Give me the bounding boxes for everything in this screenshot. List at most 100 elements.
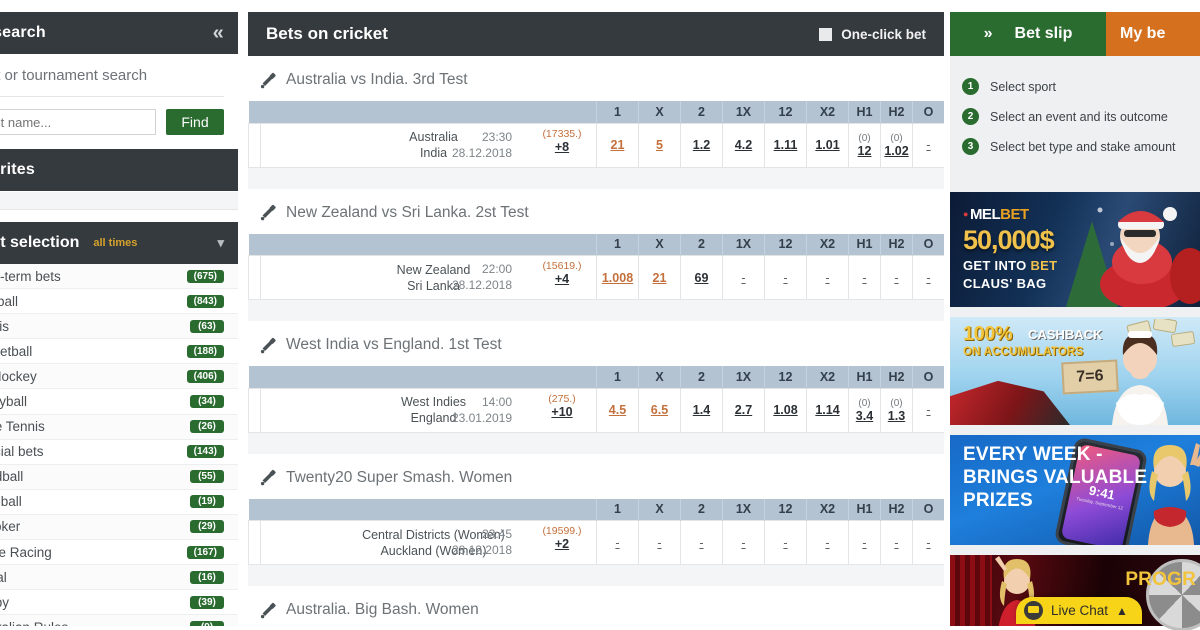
sidebar-item-sport[interactable]: Football (843) [0,289,238,315]
odds-value[interactable]: - [862,536,866,550]
chevron-down-icon[interactable]: ▾ [217,235,224,251]
odds-cell[interactable]: 21 [638,255,681,300]
odds-value[interactable]: - [825,271,829,285]
league-header[interactable]: Twenty20 Super Smash. Women [248,453,944,499]
odds-value[interactable]: - [741,271,745,285]
match-info-cell[interactable]: Central Districts (Women) Auckland (Women… [260,520,597,565]
odds-cell[interactable]: 69 [680,255,723,300]
search-input[interactable] [0,109,156,135]
sidebar-item-sport[interactable]: Basketball (188) [0,339,238,365]
league-header[interactable]: Australia vs India. 3rd Test [248,56,944,101]
odds-value[interactable]: 1.3 [881,409,912,423]
odds-value[interactable]: 21 [653,271,667,285]
table-row[interactable]: › New Zealand Sri Lanka 22:00 28.12.2018 (156… [248,255,944,300]
event-selection-header[interactable]: Event selection all times ▾ [0,222,238,264]
odds-value[interactable]: - [783,271,787,285]
odds-cell[interactable]: 1.08 [764,387,807,433]
sidebar-item-sport[interactable]: Table Tennis (26) [0,414,238,440]
odds-value[interactable]: 1.4 [693,403,710,417]
odds-cell[interactable]: - [680,520,723,565]
market-more-link[interactable]: +10 [534,405,590,419]
sidebar-item-sport[interactable]: Handball (55) [0,464,238,490]
odds-value[interactable]: 69 [695,271,709,285]
odds-value[interactable]: - [783,536,787,550]
odds-cell[interactable]: - [806,520,849,565]
live-chat-button[interactable]: Live Chat ▲ [1016,597,1142,624]
sidebar-item-sport[interactable]: Ice Hockey (406) [0,364,238,390]
odds-value[interactable]: - [699,536,703,550]
odds-value[interactable]: - [825,536,829,550]
odds-cell[interactable]: 1.14 [806,387,849,433]
market-count-block[interactable]: (17335.) +8 [534,128,590,154]
odds-value[interactable]: 1.02 [881,144,912,158]
odds-cell[interactable]: 1.01 [806,122,849,168]
match-info-cell[interactable]: Australia India 23:30 28.12.2018 (17335.) +8 [260,122,597,168]
find-button[interactable]: Find [166,109,224,135]
odds-value[interactable]: 6.5 [651,403,668,417]
odds-cell[interactable]: - [638,520,681,565]
odds-cell[interactable]: (0) 1.3 [880,387,913,433]
odds-cell[interactable]: 4.2 [722,122,765,168]
odds-cell[interactable]: - [722,255,765,300]
odds-cell[interactable]: (0) 12 [848,122,881,168]
odds-value[interactable]: - [894,536,898,550]
sidebar-item-sport[interactable]: Special bets (143) [0,440,238,465]
double-chevron-right-icon[interactable]: » [984,25,993,43]
league-header[interactable]: West India vs England. 1st Test [248,321,944,366]
market-more-link[interactable]: +2 [534,538,590,551]
odds-cell[interactable]: 1.008 [596,255,639,300]
odds-cell[interactable]: - [806,255,849,300]
odds-cell[interactable]: 1.11 [764,122,807,168]
odds-value[interactable]: 12 [849,144,880,158]
odds-cell[interactable]: - [912,520,944,565]
odds-value[interactable]: - [741,536,745,550]
odds-value[interactable]: 4.2 [735,138,752,152]
sidebar-item-sport[interactable]: Horse Racing (167) [0,540,238,566]
checkbox-icon[interactable] [819,27,833,41]
sidebar-item-sport[interactable]: Long-term bets (675) [0,264,238,290]
odds-cell[interactable]: (0) 1.02 [880,122,913,168]
odds-cell[interactable]: - [722,520,765,565]
sidebar-item-sport[interactable]: Tennis (63) [0,314,238,340]
sidebar-item-sport[interactable]: Baseball (19) [0,490,238,515]
expand-match-arrow[interactable]: › [248,520,261,565]
odds-cell[interactable]: 21 [596,122,639,168]
odds-value[interactable]: 5 [656,138,663,152]
odds-value[interactable]: - [926,403,930,417]
odds-value[interactable]: 21 [611,138,625,152]
odds-cell[interactable]: 4.5 [596,387,639,433]
odds-cell[interactable]: 5 [638,122,681,168]
odds-value[interactable]: 2.7 [735,403,752,417]
odds-value[interactable]: 3.4 [849,409,880,423]
sidebar-item-sport[interactable]: Snooker (29) [0,514,238,541]
odds-value[interactable]: - [894,271,898,285]
match-info-cell[interactable]: New Zealand Sri Lanka 22:00 28.12.2018 (1561… [260,255,597,300]
odds-value[interactable]: 1.008 [602,271,633,285]
sidebar-item-sport[interactable]: Volleyball (34) [0,389,238,415]
market-count-block[interactable]: (15619.) +4 [534,260,590,286]
odds-cell[interactable]: 2.7 [722,387,765,433]
tab-my-bets[interactable]: My be [1106,12,1200,56]
table-row[interactable]: › Central Districts (Women) Auckland (Wome… [248,520,944,565]
odds-cell[interactable]: 6.5 [638,387,681,433]
banner-melbet-christmas[interactable]: MELBET 50,000$ GET INTO BET CLAUS' BAG [950,192,1200,307]
odds-cell[interactable]: - [764,255,807,300]
odds-value[interactable]: - [657,536,661,550]
league-header[interactable]: New Zealand vs Sri Lanka. 2st Test [248,188,944,234]
odds-cell[interactable]: 1.4 [680,387,723,433]
sidebar-item-sport[interactable]: Rugby (39) [0,590,238,616]
market-count-block[interactable]: (19599.) +2 [534,525,590,551]
odds-value[interactable]: 1.2 [693,138,710,152]
double-chevron-left-icon[interactable]: « [213,23,224,43]
table-row[interactable]: › West Indies England 14:00 23.01.2019 (275.)… [248,387,944,433]
odds-cell[interactable]: - [596,520,639,565]
odds-value[interactable]: 1.14 [815,403,839,417]
match-info-cell[interactable]: West Indies England 14:00 23.01.2019 (275.) +… [260,387,597,433]
odds-value[interactable]: 1.08 [773,403,797,417]
odds-cell[interactable]: - [912,387,944,433]
odds-cell[interactable]: - [848,520,881,565]
market-count-block[interactable]: (275.) +10 [534,393,590,419]
banner-cashback[interactable]: 7=6 100% CASHBACK ON ACCUMULATORS [950,317,1200,425]
expand-match-arrow[interactable]: › [248,122,261,168]
expand-match-arrow[interactable]: › [248,387,261,433]
